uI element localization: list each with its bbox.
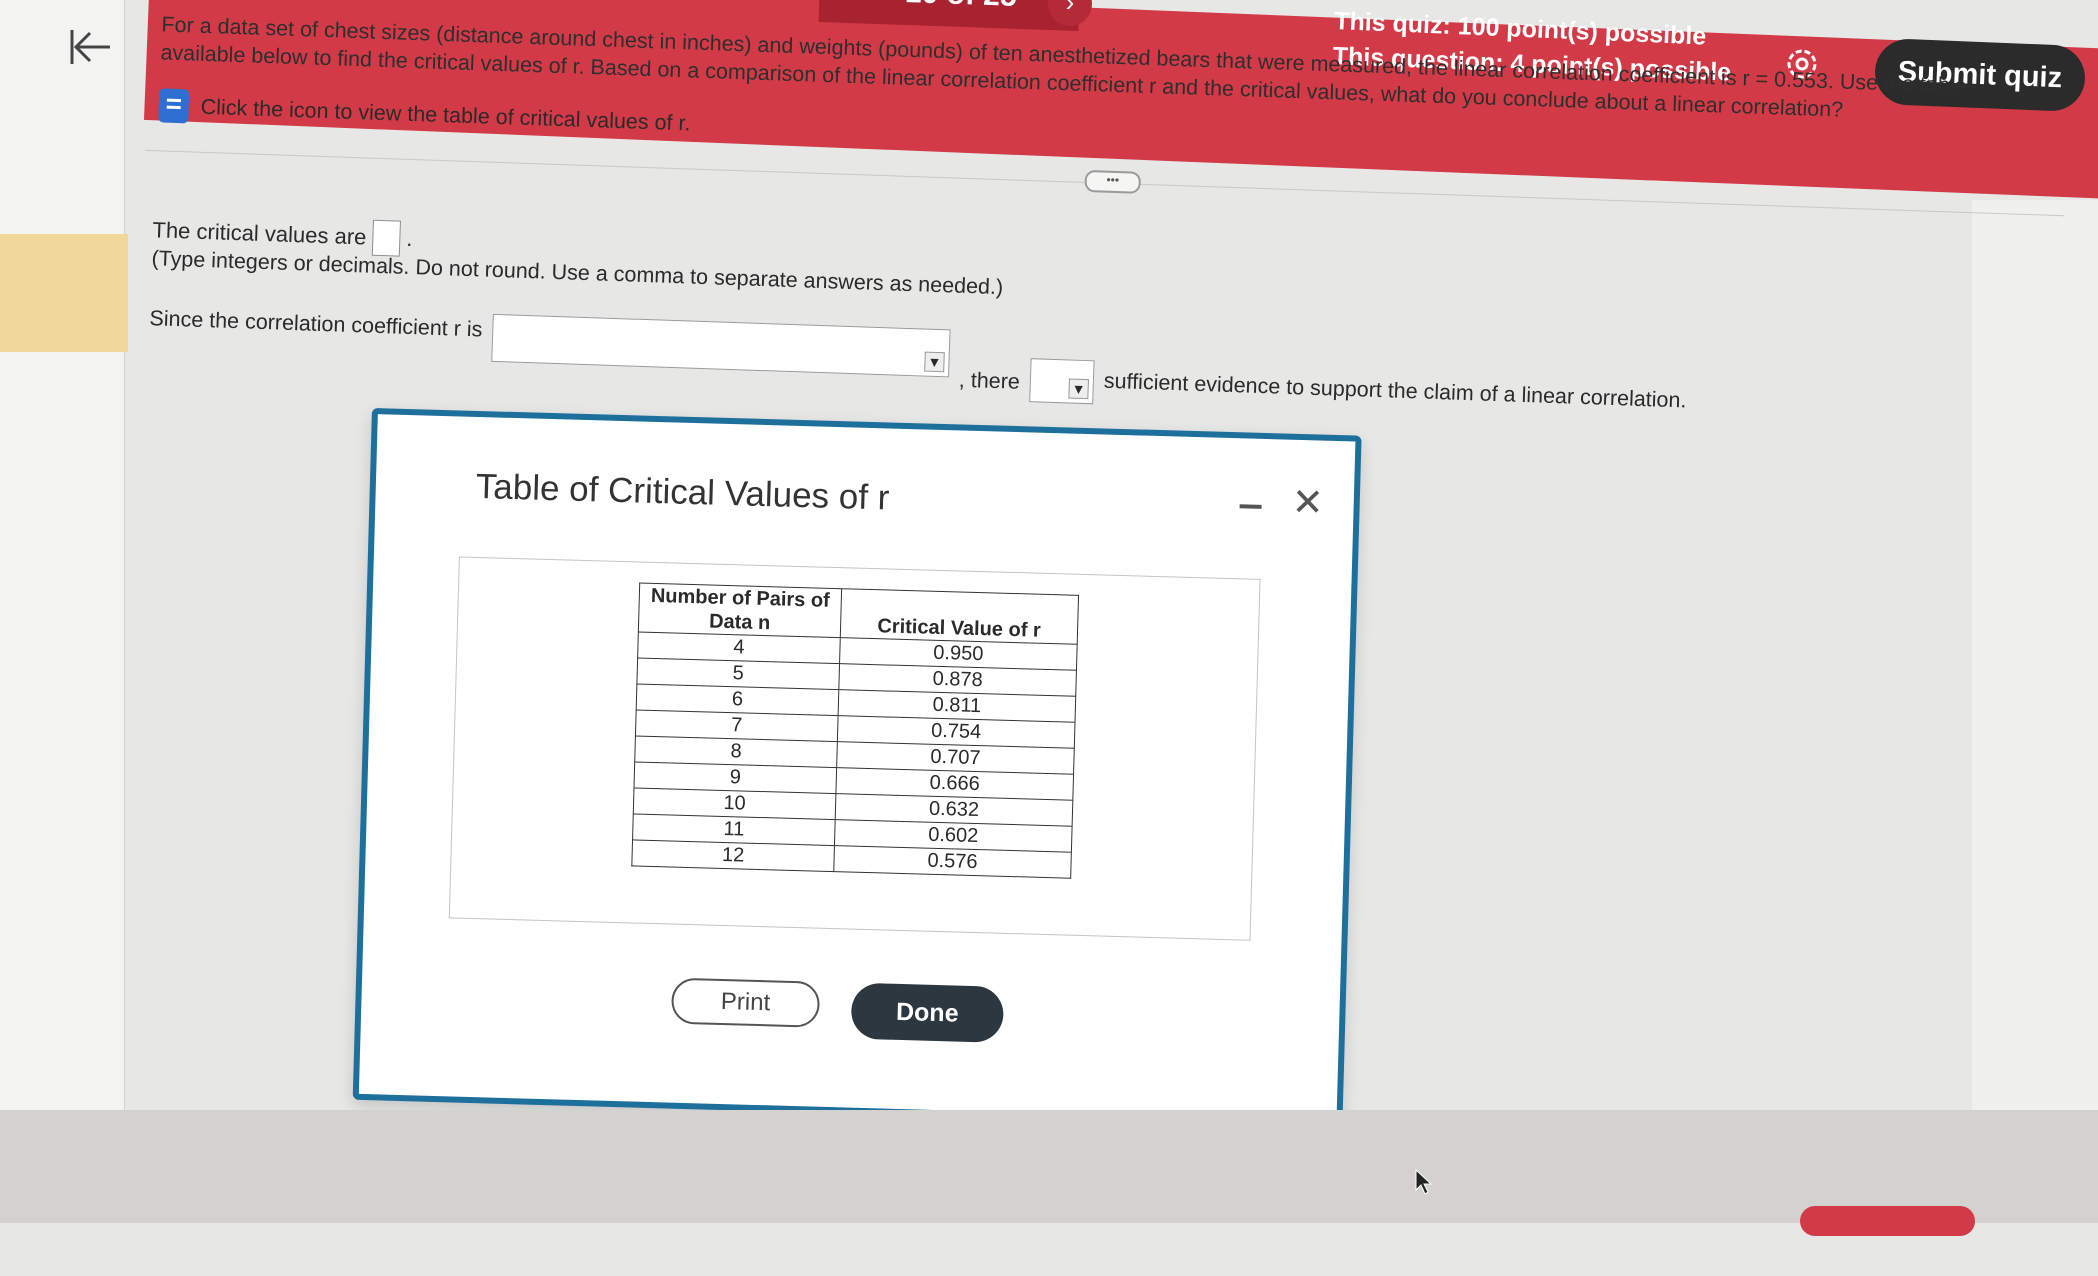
conclusion-text: sufficient evidence to support the claim…	[1103, 368, 1687, 413]
evidence-dropdown[interactable]: ▼	[1029, 358, 1095, 405]
column-header-n: Number of Pairs of Data n	[638, 583, 842, 638]
table-frame: Number of Pairs of Data n Critical Value…	[448, 556, 1261, 941]
book-icon[interactable]	[158, 88, 190, 124]
critical-values-link-text: Click the icon to view the table of crit…	[200, 94, 691, 135]
bottom-action-button[interactable]	[1800, 1206, 1975, 1236]
comparison-dropdown[interactable]: ▼	[491, 313, 951, 378]
close-icon[interactable]: ✕	[1291, 482, 1324, 525]
done-button[interactable]: Done	[850, 982, 1005, 1043]
there-text: , there	[958, 367, 1021, 394]
column-header-r: Critical Value of r	[840, 588, 1079, 645]
n-cell: 12	[631, 839, 835, 872]
back-arrow-icon[interactable]	[66, 22, 116, 72]
critical-values-suffix: .	[405, 225, 413, 252]
triangle-down-icon[interactable]: ▼	[1068, 378, 1089, 400]
r-cell: 0.576	[833, 845, 1072, 879]
left-rail	[0, 0, 125, 1110]
minimize-icon[interactable]	[1239, 504, 1262, 509]
answer-hint: (Type integers or decimals. Do not round…	[151, 246, 1004, 300]
conclusion-line: Since the correlation coefficient r is ▼…	[148, 306, 1688, 424]
since-prefix: Since the correlation coefficient r is	[149, 306, 483, 342]
print-button[interactable]: Print	[670, 977, 821, 1028]
critical-values-dialog: Table of Critical Values of r ✕ Number o…	[352, 408, 1362, 1128]
critical-values-input[interactable]	[371, 219, 401, 257]
critical-values-table: Number of Pairs of Data n Critical Value…	[631, 583, 1079, 879]
mouse-cursor-icon	[1414, 1168, 1436, 1196]
critical-values-prefix: The critical values are	[152, 217, 367, 250]
triangle-down-icon[interactable]: ▼	[924, 351, 945, 373]
more-options-button[interactable]: •••	[1084, 169, 1142, 194]
dialog-title: Table of Critical Values of r	[475, 466, 890, 518]
critical-values-link[interactable]: Click the icon to view the table of crit…	[158, 88, 691, 140]
bottom-bar	[0, 1110, 2098, 1223]
current-question-highlight	[0, 234, 128, 352]
